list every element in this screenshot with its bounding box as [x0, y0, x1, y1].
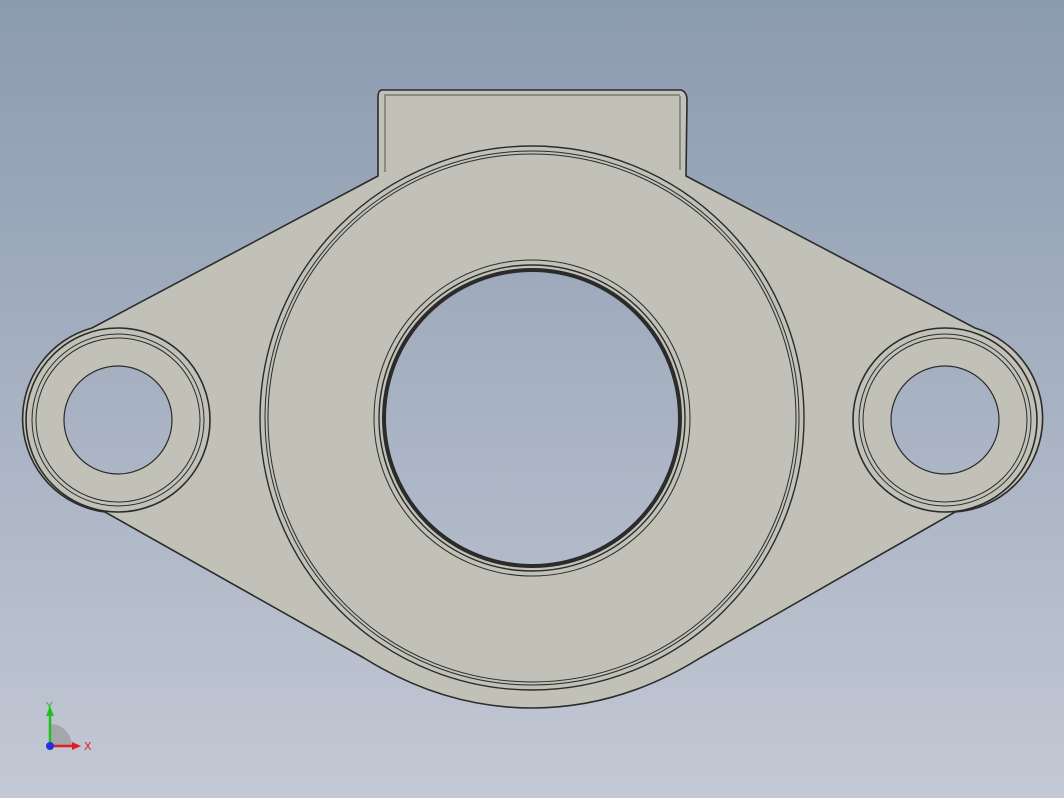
y-axis-label: Y [45, 700, 53, 713]
cad-graphics-viewport[interactable]: X Y [0, 0, 1064, 798]
x-axis-label: X [84, 740, 92, 753]
model-canvas[interactable]: X Y [0, 0, 1064, 798]
z-axis-dot [46, 742, 54, 750]
